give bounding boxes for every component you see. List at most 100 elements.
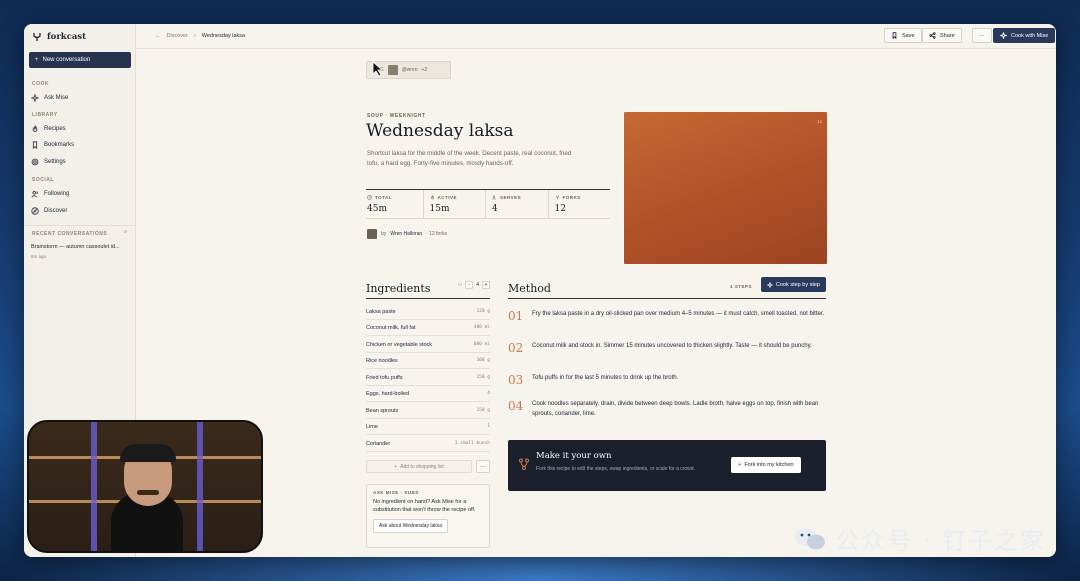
recipe-author: by Wren Halloran · 12 forks <box>367 229 447 239</box>
ingredient-name: Coriander <box>366 440 391 447</box>
chevron-right-icon: › <box>193 33 196 39</box>
wechat-icon <box>795 527 826 549</box>
recipe-category: SOUP · WEEKNIGHT <box>367 113 426 119</box>
ingredient-name: Eggs, hard-boiled <box>366 390 410 397</box>
sparkle-icon <box>1000 32 1007 39</box>
recent-conversation-title[interactable]: Brainstorm — autumn cassoulet id... <box>31 244 131 250</box>
serves-value: 4 <box>476 282 479 288</box>
sidebar-item-label: Discover <box>44 208 68 214</box>
cook-with-mise-label: Cook with Mise <box>1011 32 1049 39</box>
ingredient-row[interactable]: Lime 1 <box>366 419 490 435</box>
ingredient-qty: 400 ml <box>473 325 490 330</box>
method-title: Method <box>508 282 551 295</box>
sidebar-item-bookmarks[interactable]: Bookmarks <box>31 139 129 151</box>
step-number: 04 <box>508 399 524 413</box>
users-icon <box>492 195 496 200</box>
watermark: 公众号 · 钉子之家 <box>793 521 1046 556</box>
clock-icon <box>367 195 372 200</box>
new-conversation-label: New conversation <box>42 57 91 63</box>
ingredient-qty: 1 <box>487 424 490 429</box>
cook-step-by-step-button[interactable]: Cook step by step <box>760 277 826 292</box>
card-title: Make it your own <box>536 451 612 461</box>
ask-about-recipe-button[interactable]: Ask about Wednesday laksa <box>373 519 449 533</box>
ingredient-row[interactable]: Coriander 1 small bunch <box>366 436 490 452</box>
share-button[interactable]: Share <box>922 28 962 43</box>
ingredient-row[interactable]: Bean sprouts 150 g <box>366 403 490 419</box>
sparkle-icon <box>31 94 39 102</box>
card-text: No ingredient on hand? Ask Mise for a su… <box>373 499 476 513</box>
ingredients-header: Ingredients ⚇ - 4 + <box>366 279 490 299</box>
sidebar-item-ask-mise[interactable]: Ask Mise <box>31 92 129 104</box>
watermark-text: 公众号 · 钉子之家 <box>835 527 1046 555</box>
recent-conversation-time: 8m ago <box>31 254 47 259</box>
brand[interactable]: forkcast <box>32 32 86 42</box>
person-mustache <box>137 490 159 495</box>
decrement-button[interactable]: - <box>465 281 474 289</box>
section-cook: COOK <box>32 81 49 87</box>
fork-logo-icon <box>33 33 41 41</box>
sidebar-item-recipes[interactable]: Recipes <box>31 123 129 135</box>
increment-button[interactable]: + <box>482 281 490 289</box>
ingredient-name: Fried tofu puffs <box>366 374 403 381</box>
users-icon <box>31 190 38 198</box>
fork-branch-icon <box>519 458 529 470</box>
ingredient-row[interactable]: Chicken or vegetable stock 600 ml <box>366 337 490 353</box>
ingredient-name: Coconut milk, full fat <box>366 324 416 331</box>
ingredients-more-button[interactable]: ··· <box>476 460 490 473</box>
mouse-cursor-icon <box>372 61 384 77</box>
ingredient-qty: 120 g <box>476 309 490 314</box>
ingredient-row[interactable]: Fried tofu puffs 150 g <box>366 370 490 386</box>
sidebar-item-settings[interactable]: Settings <box>31 156 129 168</box>
stat-label: ACTIVE <box>437 195 458 200</box>
author-name[interactable]: Wren Halloran <box>390 231 422 237</box>
share-icon <box>929 32 936 39</box>
avatar[interactable] <box>367 229 377 239</box>
chip-handle: @wren <box>401 67 418 73</box>
sidebar-item-label: Following <box>44 191 70 197</box>
back-arrow-icon[interactable]: ← <box>155 33 161 39</box>
ingredient-row[interactable]: Eggs, hard-boiled 4 <box>366 386 490 402</box>
stat-label: FORKS <box>562 195 581 200</box>
cook-step-label: Cook step by step <box>775 281 820 288</box>
page-title: Wednesday laksa <box>366 121 514 141</box>
new-conversation-button[interactable]: + New conversation <box>29 52 131 68</box>
serves-stepper: ⚇ - 4 + <box>458 281 490 289</box>
fork-into-kitchen-button[interactable]: ⑂ Fork into my kitchen <box>731 457 801 473</box>
ingredient-row[interactable]: Laksa paste 120 g <box>366 304 490 320</box>
ingredients-title: Ingredients <box>366 282 431 295</box>
search-icon[interactable]: ⌕ <box>124 229 127 236</box>
section-library: LIBRARY <box>32 112 58 118</box>
ingredient-row[interactable]: Rice noodles 300 g <box>366 353 490 369</box>
card-text: Fork this recipe to edit the steps, swap… <box>536 466 695 472</box>
ingredient-qty: 1 small bunch <box>454 441 490 446</box>
sidebar-item-label: Ask Mise <box>44 95 69 101</box>
hero-badge: 1x <box>817 119 822 124</box>
recipe-page: AGE @wren +2 SOUP · WEEKNIGHT Wednesday … <box>136 49 1056 557</box>
recipe-description: Shortcut laksa for the middle of the wee… <box>367 150 572 167</box>
plus-icon: + <box>35 57 39 63</box>
save-button[interactable]: Save <box>884 28 922 43</box>
fork-count: · 12 forks <box>426 231 447 237</box>
sidebar-item-label: Settings <box>44 159 66 165</box>
breadcrumb-discover[interactable]: Discover <box>167 33 188 39</box>
sidebar-item-following[interactable]: Following <box>31 188 129 200</box>
section-social: SOCIAL <box>32 177 54 183</box>
brand-name: forkcast <box>47 32 87 42</box>
more-options-button[interactable]: ··· <box>972 28 992 43</box>
ingredient-name: Chicken or vegetable stock <box>366 341 433 348</box>
ingredient-name: Bean sprouts <box>366 407 399 414</box>
sidebar-item-discover[interactable]: Discover <box>31 205 129 217</box>
ingredient-qty: 600 ml <box>473 342 490 347</box>
add-to-shopping-list-button[interactable]: + Add to shopping list <box>366 460 472 473</box>
method-step: 02 Coconut milk and stock in. Simmer 15 … <box>508 341 826 355</box>
step-number: 01 <box>508 309 524 323</box>
method-step: 01 Fry the laksa paste in a dry oil-slic… <box>508 309 826 323</box>
ingredient-row[interactable]: Coconut milk, full fat 400 ml <box>366 320 490 336</box>
sidebar-item-label: Recipes <box>44 126 66 132</box>
recipe-hero-image: 1x <box>624 112 827 264</box>
webcam-overlay <box>27 420 263 553</box>
step-number: 03 <box>508 373 524 387</box>
make-it-your-own-card: Make it your own Fork this recipe to edi… <box>508 440 826 491</box>
cook-with-mise-button[interactable]: Cook with Mise <box>993 28 1056 43</box>
users-icon: ⚇ <box>457 282 463 288</box>
